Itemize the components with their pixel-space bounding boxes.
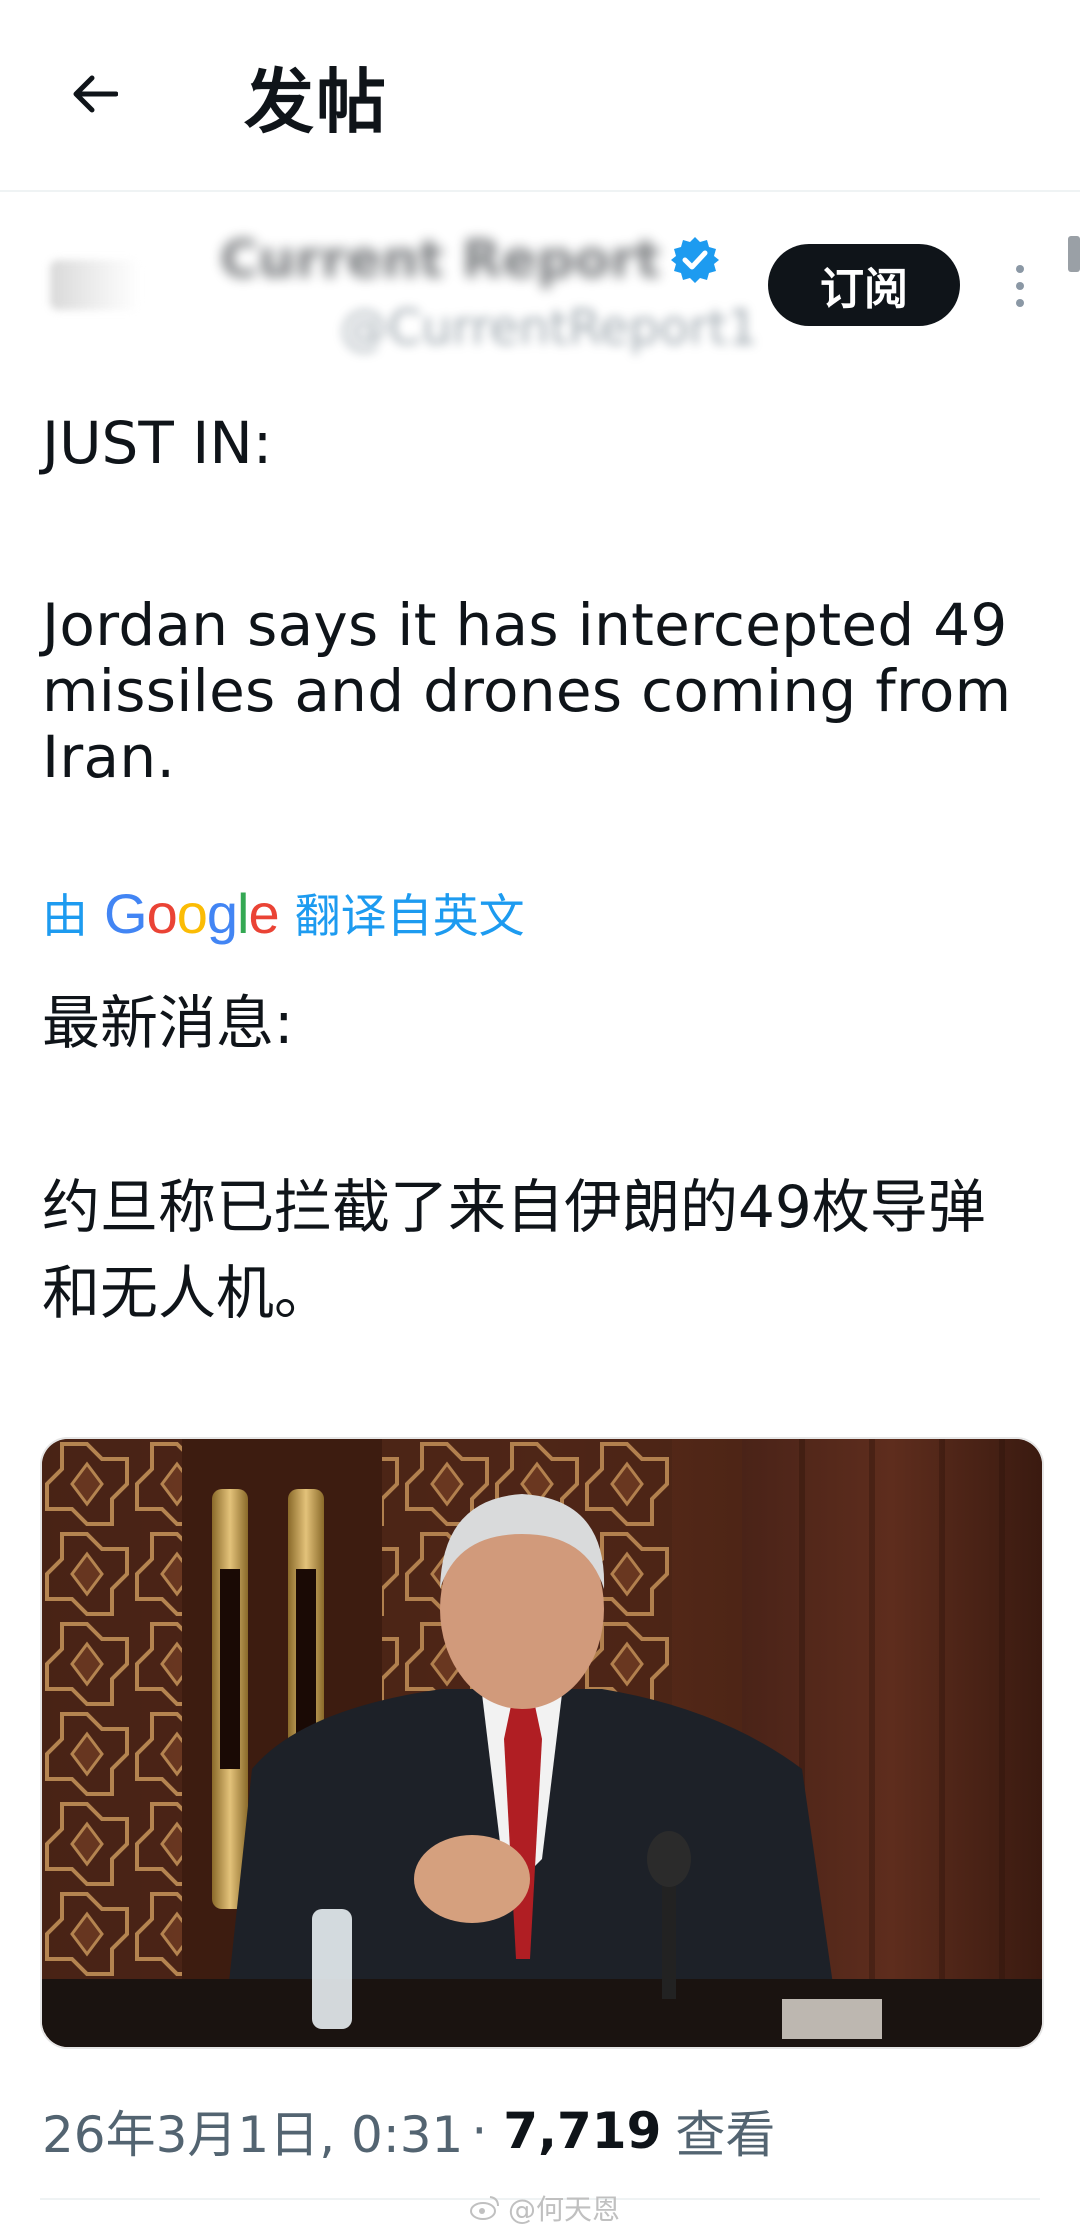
photo-speaker-at-desk (42, 1439, 1042, 2047)
app-header: 发帖 (0, 0, 1080, 192)
author-handle[interactable]: @CurrentReport1 (340, 300, 758, 356)
post-translated-heading: 最新消息: (42, 989, 294, 1057)
page-title: 发帖 (244, 61, 388, 143)
views-count: 7,719 (503, 2102, 662, 2160)
google-logo: Google (104, 881, 280, 945)
post-original-body: Jordan says it has intercepted 49 missil… (42, 591, 1012, 791)
more-dot-icon (1016, 265, 1024, 273)
back-button[interactable] (58, 58, 130, 130)
translate-suffix: 翻译自英文 (294, 889, 525, 943)
author-name-row: Current Report (220, 230, 720, 290)
arrow-left-icon (73, 75, 118, 113)
more-options-button[interactable] (1000, 254, 1040, 318)
subscribe-button[interactable]: 订阅 (768, 244, 960, 326)
verified-badge-icon (671, 237, 720, 283)
post-timestamp[interactable]: 26年3月1日, 0:31 (42, 2095, 463, 2167)
post-translated-body: 约旦称已拦截了来自伊朗的49枚导弹和无人机。 (42, 1173, 986, 1327)
author-row: Current Report @CurrentReport1 订阅 (40, 220, 1040, 356)
weibo-logo-icon (470, 2196, 499, 2220)
watermark: @何天恩 (470, 2188, 620, 2228)
translation-attribution[interactable]: 由 Google 翻译自英文 (42, 880, 525, 946)
author-display-name[interactable]: Current Report (220, 230, 660, 290)
more-dot-icon (1016, 282, 1024, 290)
translate-prefix: 由 (42, 889, 88, 943)
scrollbar[interactable] (1068, 236, 1080, 272)
meta-separator: · (471, 2102, 488, 2160)
watermark-text: @何天恩 (508, 2193, 621, 2226)
avatar[interactable] (50, 260, 140, 310)
post-media-image[interactable] (40, 1437, 1044, 2049)
more-dot-icon (1016, 299, 1024, 307)
post-meta: 26年3月1日, 0:31 · 7,719 查看 (42, 2095, 775, 2167)
post-original-heading: JUST IN: (42, 409, 273, 477)
views-label: 查看 (675, 2106, 776, 2164)
